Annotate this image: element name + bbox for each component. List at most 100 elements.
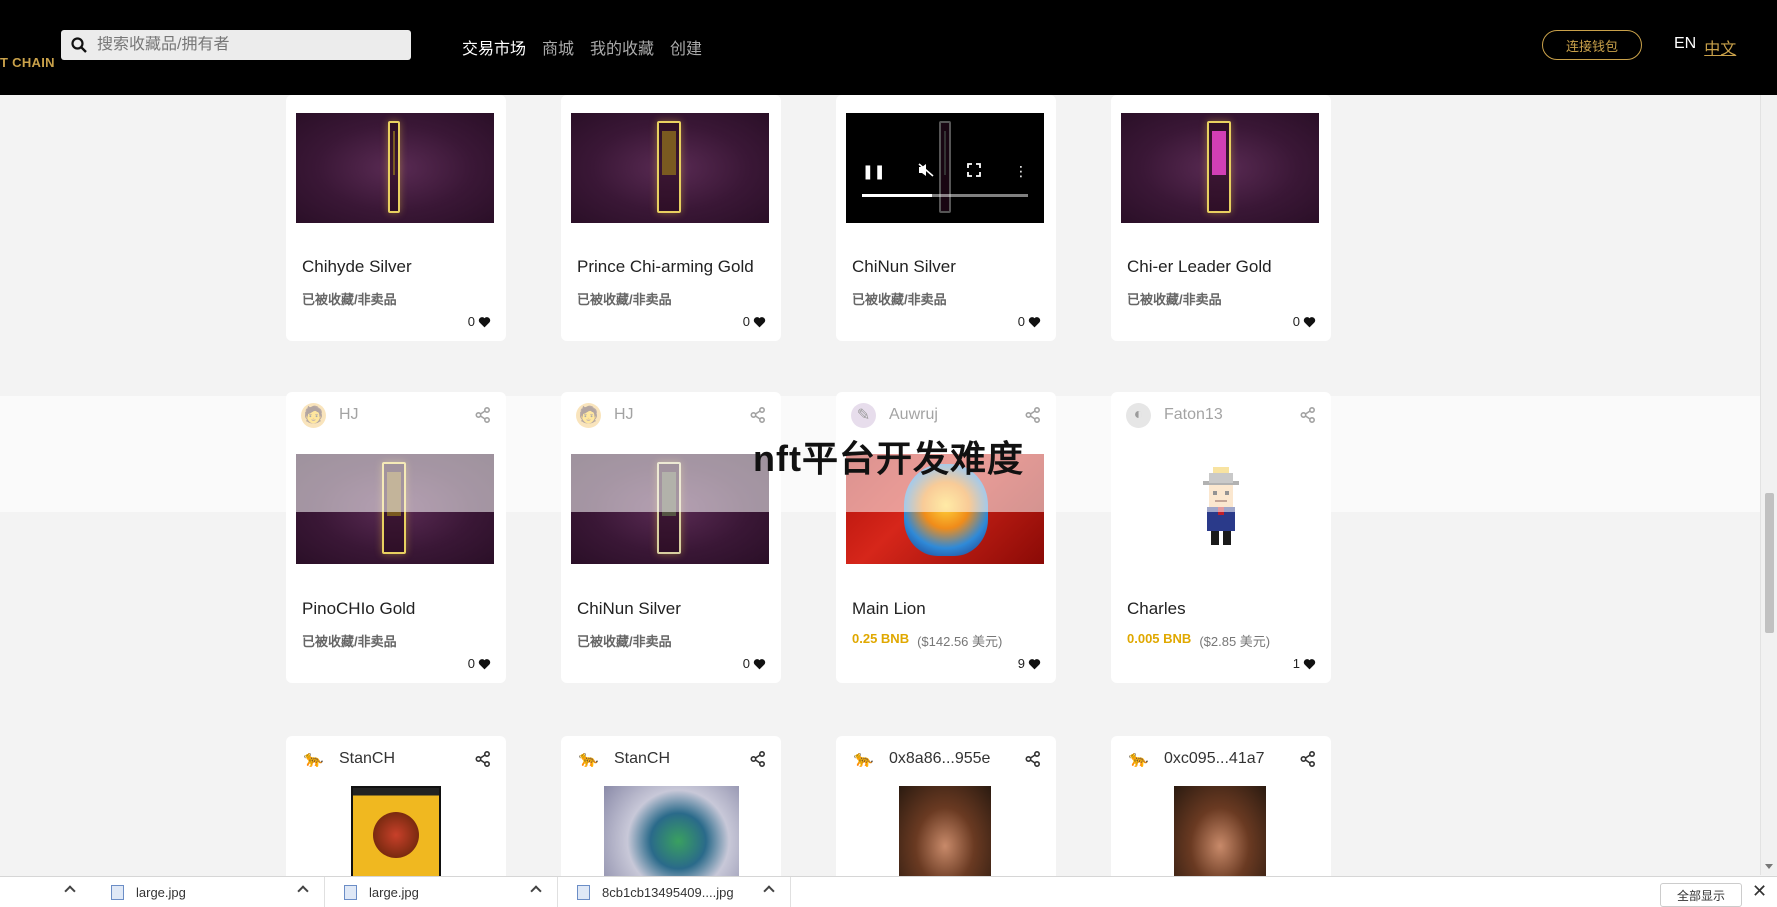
top-navigation-bar: T CHAIN 交易市场 商城 我的收藏 创建 连接钱包 EN 中文	[0, 0, 1777, 95]
lang-zh-link[interactable]: 中文	[1704, 35, 1736, 59]
mute-icon[interactable]	[918, 163, 934, 177]
lion-card-art	[373, 812, 419, 858]
heart-icon	[1028, 316, 1041, 327]
card-art	[1207, 121, 1231, 213]
owner-avatar[interactable]: ◐	[1126, 402, 1151, 428]
owner-name[interactable]: 0xc095...41a7	[1164, 750, 1300, 768]
share-icon[interactable]	[1300, 751, 1316, 767]
nav-create[interactable]: 创建	[670, 35, 702, 59]
like-count[interactable]: 0	[1018, 314, 1041, 329]
video-progress-bar[interactable]	[862, 194, 1028, 197]
chevron-up-icon[interactable]	[763, 885, 775, 897]
nft-card[interactable]: ❚❚ ⋮ ChiNun Silver 已被收藏/非卖品 0	[836, 95, 1056, 341]
share-icon[interactable]	[750, 407, 766, 423]
like-count[interactable]: 0	[468, 656, 491, 671]
owner-avatar[interactable]: 🧑	[301, 402, 326, 428]
search-input[interactable]	[97, 36, 387, 54]
like-count-value: 0	[467, 314, 475, 329]
chevron-up-icon[interactable]	[297, 885, 309, 897]
chevron-up-icon[interactable]	[530, 885, 542, 897]
nft-title[interactable]: Prince Chi-arming Gold	[577, 257, 754, 277]
nft-title[interactable]: Chihyde Silver	[302, 257, 412, 277]
nav-shop[interactable]: 商城	[542, 35, 574, 59]
nft-title[interactable]: ChiNun Silver	[852, 257, 956, 277]
nft-status: 已被收藏/非卖品	[302, 634, 397, 649]
nft-title[interactable]: Charles	[1127, 599, 1186, 619]
page-scrollbar[interactable]	[1760, 95, 1777, 875]
lang-en-link[interactable]: EN	[1674, 35, 1696, 59]
download-item[interactable]: 8cb1cb13495409....jpg	[559, 877, 791, 907]
site-logo[interactable]: T CHAIN	[0, 55, 55, 70]
fullscreen-icon[interactable]	[967, 163, 982, 177]
nft-card[interactable]: 🐆 StanCH	[561, 736, 781, 896]
price-usd: ($142.56 美元)	[917, 634, 1003, 649]
like-count[interactable]: 0	[1293, 314, 1316, 329]
owner-name[interactable]: StanCH	[614, 750, 750, 768]
nft-title[interactable]: ChiNun Silver	[577, 599, 681, 619]
nft-title[interactable]: PinoCHIo Gold	[302, 599, 415, 619]
chevron-up-icon[interactable]	[64, 885, 76, 897]
scrollbar-thumb[interactable]	[1765, 493, 1774, 633]
nft-status: 已被收藏/非卖品	[852, 292, 947, 307]
owner-name[interactable]: HJ	[614, 406, 750, 424]
price-usd: ($2.85 美元)	[1199, 634, 1271, 649]
file-icon	[344, 885, 357, 900]
nav-marketplace[interactable]: 交易市场	[462, 35, 526, 59]
owner-name[interactable]: Faton13	[1164, 406, 1300, 424]
nft-image[interactable]	[1121, 113, 1319, 223]
owner-avatar[interactable]: 🧑	[576, 402, 601, 428]
nft-image[interactable]	[351, 786, 441, 886]
like-count[interactable]: 9	[1018, 656, 1041, 671]
nft-card[interactable]: 🐆 StanCH	[286, 736, 506, 896]
scroll-down-arrow[interactable]	[1765, 864, 1773, 869]
like-count[interactable]: 1	[1293, 656, 1316, 671]
owner-name[interactable]: 0x8a86...955e	[889, 750, 1025, 768]
connect-wallet-button[interactable]: 连接钱包	[1542, 30, 1642, 60]
like-count[interactable]: 0	[743, 656, 766, 671]
like-count-value: 0	[1017, 314, 1025, 329]
download-item[interactable]: large.jpg	[93, 877, 325, 907]
nft-image[interactable]	[604, 786, 739, 886]
language-switcher: EN 中文	[1674, 35, 1736, 59]
owner-avatar[interactable]: 🐆	[851, 747, 876, 772]
nft-image[interactable]	[571, 113, 769, 223]
owner-avatar[interactable]: ✎	[851, 402, 876, 428]
nft-image[interactable]	[1174, 786, 1266, 886]
nav-my-collection[interactable]: 我的收藏	[590, 35, 654, 59]
search-box[interactable]	[61, 30, 411, 60]
heart-icon	[753, 316, 766, 327]
like-count-value: 0	[1292, 314, 1300, 329]
like-count[interactable]: 0	[743, 314, 766, 329]
heart-icon	[478, 658, 491, 669]
nft-card[interactable]: 🐆 0xc095...41a7	[1111, 736, 1331, 896]
nft-image[interactable]	[899, 786, 991, 886]
card-art	[388, 121, 400, 213]
nft-card[interactable]: Chi-er Leader Gold 已被收藏/非卖品 0	[1111, 95, 1331, 341]
share-icon[interactable]	[1300, 407, 1316, 423]
nft-title[interactable]: Main Lion	[852, 599, 926, 619]
close-icon[interactable]: ✕	[1752, 881, 1767, 902]
owner-avatar[interactable]: 🐆	[301, 747, 326, 772]
share-icon[interactable]	[1025, 751, 1041, 767]
download-item[interactable]: large.jpg	[326, 877, 558, 907]
share-icon[interactable]	[475, 751, 491, 767]
nft-image[interactable]	[296, 113, 494, 223]
owner-name[interactable]: Auwruj	[889, 406, 1025, 424]
heart-icon	[753, 658, 766, 669]
owner-name[interactable]: HJ	[339, 406, 475, 424]
owner-name[interactable]: StanCH	[339, 750, 475, 768]
share-icon[interactable]	[475, 407, 491, 423]
owner-avatar[interactable]: 🐆	[1126, 747, 1151, 772]
owner-avatar[interactable]: 🐆	[576, 747, 601, 772]
share-icon[interactable]	[1025, 407, 1041, 423]
like-count[interactable]: 0	[468, 314, 491, 329]
nft-video[interactable]: ❚❚ ⋮	[846, 113, 1044, 223]
nft-title[interactable]: Chi-er Leader Gold	[1127, 257, 1272, 277]
nft-card[interactable]: 🐆 0x8a86...955e	[836, 736, 1056, 896]
nft-card[interactable]: Prince Chi-arming Gold 已被收藏/非卖品 0	[561, 95, 781, 341]
more-options-icon[interactable]: ⋮	[1014, 163, 1028, 180]
share-icon[interactable]	[750, 751, 766, 767]
show-all-downloads-button[interactable]: 全部显示	[1660, 883, 1742, 907]
nft-card[interactable]: Chihyde Silver 已被收藏/非卖品 0	[286, 95, 506, 341]
pause-icon[interactable]: ❚❚	[862, 163, 885, 180]
